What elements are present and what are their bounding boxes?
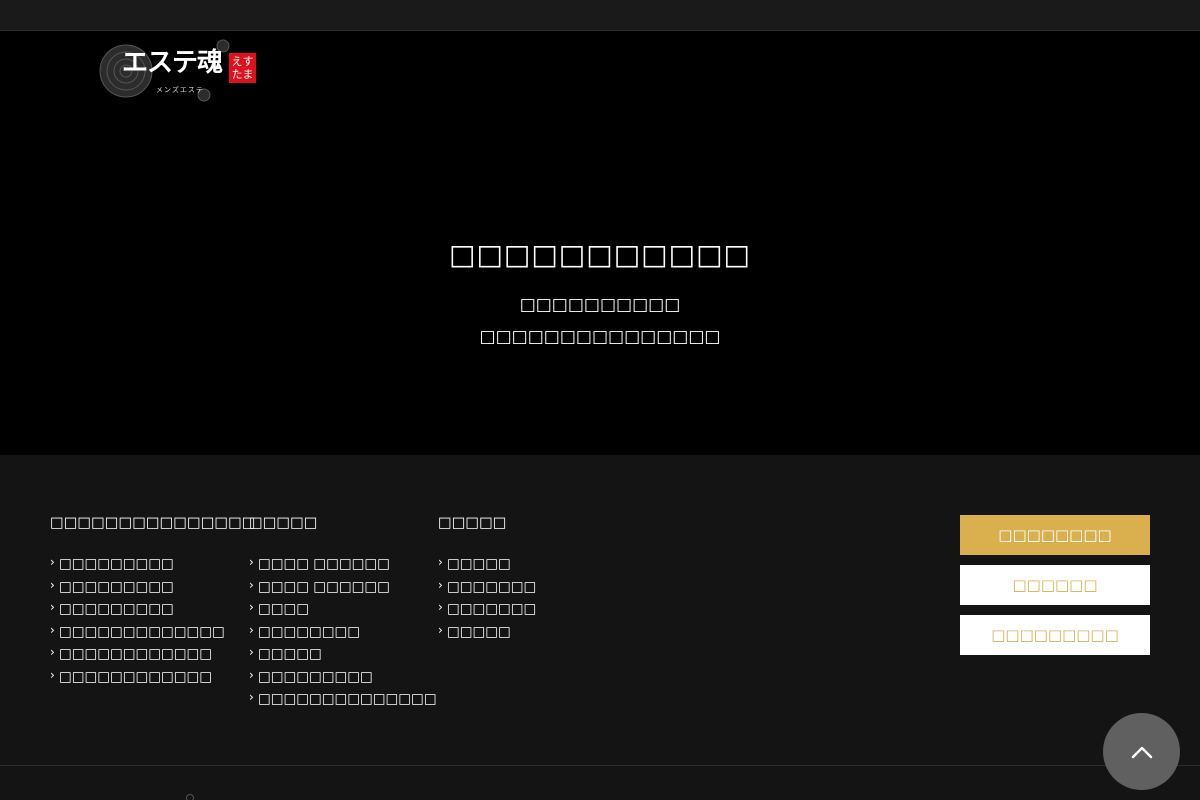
chevron-right-icon: › [438, 577, 443, 592]
tertiary-cta-button[interactable]: □□□□□□□□□ [960, 615, 1150, 655]
footer-link[interactable]: › □□□□□□□□□ [249, 666, 437, 689]
footer-link[interactable]: › □□□□□ [249, 643, 437, 666]
secondary-cta-button[interactable]: □□□□□□ [960, 565, 1150, 605]
chevron-right-icon: › [249, 555, 254, 569]
bottom-logo-mark [186, 794, 194, 800]
chevron-right-icon: › [50, 645, 55, 659]
footer-column-1: □□□□□□□□□□□□□□□ › □□□□□□□□□ › □□□□□□□□□ › □… [50, 513, 256, 688]
chevron-right-icon: › [50, 555, 55, 569]
footer-link-label: □□□□□ [447, 623, 511, 640]
footer-link[interactable]: › □□□□□□□□□ [50, 576, 256, 599]
footer-link-label: □□□□□□□□□□□□ [59, 646, 213, 662]
footer-link-label: □□□□□□□□□□□□□ [59, 623, 225, 640]
footer-column-heading: □□□□□ [438, 515, 507, 531]
footer-link-label: □□□□□□□ [447, 578, 537, 595]
chevron-right-icon: › [50, 577, 55, 592]
footer-link[interactable]: › □□□□ □□□□□□ [249, 576, 437, 599]
footer-column-heading: □□□□□ [249, 515, 318, 531]
top-bar [0, 0, 1200, 31]
footer-column-2: □□□□□ › □□□□ □□□□□□ › □□□□ □□□□□□ › □□□□ › □… [249, 513, 437, 711]
hero-title: □□□□□□□□□□□ [448, 238, 751, 271]
footer-link-label: □□□□□□□□□ [258, 668, 373, 685]
footer-link-label: □□□□□□□□□ [59, 601, 174, 617]
footer-divider [0, 765, 1200, 766]
back-to-top-button[interactable] [1103, 713, 1180, 790]
footer-link[interactable]: › □□□□□□□□ [249, 621, 437, 644]
footer-link[interactable]: › □□□□□□□□□□□□□□ [249, 688, 437, 711]
chevron-right-icon: › [50, 667, 55, 682]
logo-badge: えすたま [229, 53, 256, 83]
primary-cta-button[interactable]: □□□□□□□□ [960, 515, 1150, 555]
footer-link[interactable]: › □□□□□□□ [438, 598, 536, 621]
footer-link-label: □□□□ □□□□□□ [258, 556, 390, 572]
footer-column-heading: □□□□□□□□□□□□□□□ [50, 515, 256, 531]
chevron-right-icon: › [249, 622, 254, 637]
footer-link[interactable]: › □□□□ [249, 598, 437, 621]
footer-link[interactable]: › □□□□□□□□□ [50, 553, 256, 576]
footer-link-label: □□□□□□□□□□□□□□ [258, 691, 437, 707]
chevron-up-icon [1131, 746, 1152, 758]
footer-link-label: □□□□ [258, 601, 310, 617]
chevron-right-icon: › [249, 645, 254, 659]
chevron-right-icon: › [438, 600, 443, 614]
logo-wordmark: エステ魂 [122, 48, 223, 78]
footer-link[interactable]: › □□□□□ [438, 553, 536, 576]
chevron-right-icon: › [438, 555, 443, 569]
footer-link-label: □□□□ □□□□□□ [258, 578, 390, 595]
logo-subtitle: メンズエステ [156, 86, 204, 94]
footer-link-label: □□□□□ [447, 556, 511, 572]
footer-link[interactable]: › □□□□□□□□□□□□ [50, 666, 256, 689]
chevron-right-icon: › [50, 600, 55, 614]
chevron-right-icon: › [249, 690, 254, 704]
footer-link-label: □□□□□□□□□ [59, 556, 174, 572]
footer-link[interactable]: › □□□□□□□□□□□□□ [50, 621, 256, 644]
footer-link-label: □□□□□□□□□□□□ [59, 668, 213, 685]
chevron-right-icon: › [50, 622, 55, 637]
footer-link-label: □□□□□ [258, 646, 322, 662]
chevron-right-icon: › [249, 577, 254, 592]
chevron-right-icon: › [249, 667, 254, 682]
chevron-right-icon: › [438, 622, 443, 637]
chevron-right-icon: › [249, 600, 254, 614]
footer-link-label: □□□□□□□□□ [59, 578, 174, 595]
footer-column-3: □□□□□ › □□□□□ › □□□□□□□ › □□□□□□□ › □□□□□ [438, 513, 536, 643]
footer-link[interactable]: › □□□□□□□ [438, 576, 536, 599]
hero-text-line-1: □□□□□□□□□□ [519, 295, 681, 315]
footer-link[interactable]: › □□□□ □□□□□□ [249, 553, 437, 576]
hero-text-line-2: □□□□□□□□□□□□□□□ [479, 327, 721, 347]
footer-link[interactable]: › □□□□□ [438, 621, 536, 644]
footer-link-label: □□□□□□□□ [258, 623, 361, 640]
footer-link[interactable]: › □□□□□□□□□ [50, 598, 256, 621]
footer-link[interactable]: › □□□□□□□□□□□□ [50, 643, 256, 666]
site-logo[interactable]: エステ魂 えすたま メンズエステ [98, 38, 263, 104]
footer-link-label: □□□□□□□ [447, 601, 537, 617]
